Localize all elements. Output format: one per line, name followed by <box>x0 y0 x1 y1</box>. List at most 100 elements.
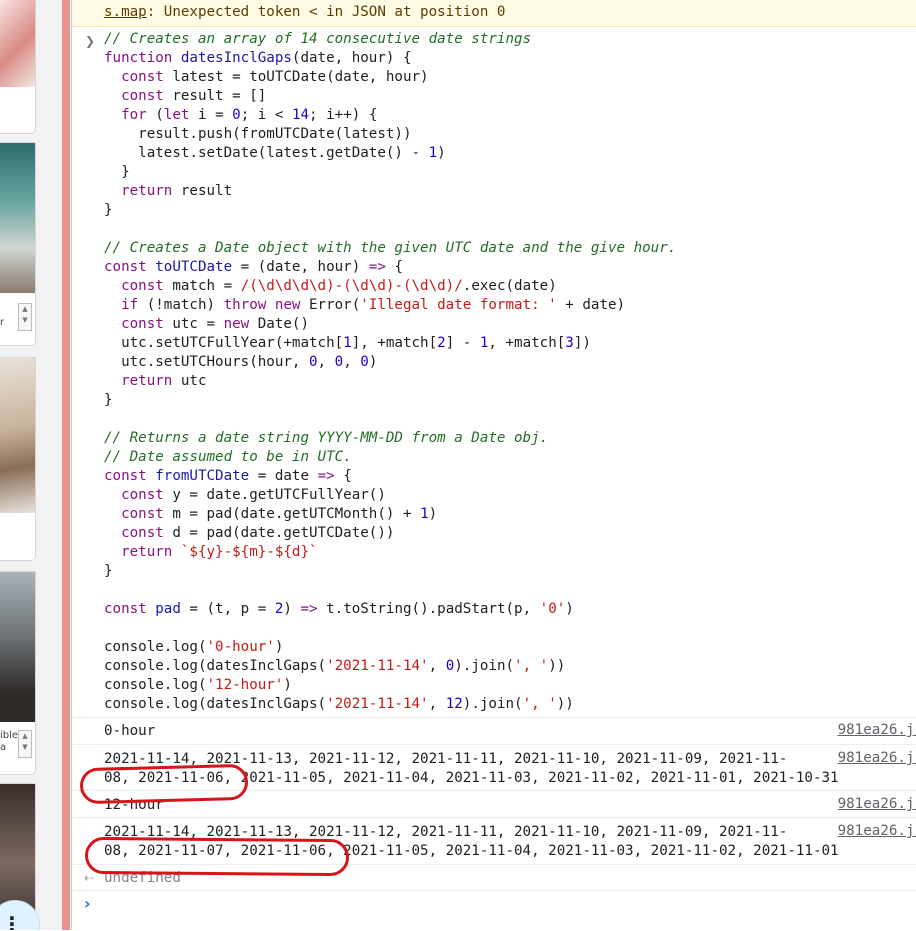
thumbnail-label: r <box>0 317 5 328</box>
code-token: const <box>121 487 173 503</box>
code-token: ; i++) { <box>309 107 378 123</box>
code-line: result.push(fromUTCDate(latest)) <box>104 125 676 144</box>
code-token: utc <box>180 373 207 389</box>
code-token: // Date assumed to be in UTC. <box>104 449 352 465</box>
thumbnail-image <box>0 0 35 87</box>
code-line: const toUTCDate = (date, hour) => { <box>104 258 676 277</box>
code-line: const fromUTCDate = date => { <box>104 467 676 486</box>
code-token: return <box>121 183 181 199</box>
code-token: const <box>104 259 156 275</box>
code-token: const <box>121 506 173 522</box>
thumbnail-card[interactable] <box>0 357 36 561</box>
code-line: for (let i = 0; i < 14; i++) { <box>104 106 676 125</box>
thumbnail-card[interactable]: ible a ▲ ▼ <box>0 571 36 775</box>
code-token: throw new <box>223 297 310 313</box>
more-dots-icon: ⋮ <box>2 912 22 930</box>
code-line: } <box>104 562 676 581</box>
warning-source-link[interactable]: s.map <box>104 4 147 20</box>
code-token: Date() <box>257 316 310 332</box>
code-token: console.log( <box>104 677 207 693</box>
thumbnail-label: a <box>0 742 7 753</box>
code-token: ) <box>368 354 378 370</box>
code-token: const <box>104 601 156 617</box>
prompt-chevron-icon: › <box>84 894 91 913</box>
code-token: ).join( <box>462 696 523 712</box>
code-token: => <box>317 468 344 484</box>
thumbnail-card[interactable]: r ▲ ▼ <box>0 142 36 346</box>
warning-message: : Unexpected token < in JSON at position… <box>146 4 506 20</box>
code-line: const y = date.getUTCFullYear() <box>104 486 676 505</box>
console-input-code: // Creates an array of 14 consecutive da… <box>104 30 676 714</box>
thumbnail-image <box>0 572 35 722</box>
code-line: // Date assumed to be in UTC. <box>104 448 676 467</box>
code-token: ) <box>565 601 574 617</box>
code-line: // Creates an array of 14 consecutive da… <box>104 30 676 49</box>
code-line: const pad = (t, p = 2) => t.toString().p… <box>104 600 676 619</box>
code-token: result = [] <box>172 88 267 104</box>
code-line: const result = [] <box>104 87 676 106</box>
code-token: 14 <box>291 107 310 123</box>
code-token: console.log(datesInclGaps( <box>104 658 327 674</box>
code-token: = (date, hour) <box>232 259 369 275</box>
code-token: return <box>121 544 181 560</box>
code-token: ) <box>283 601 301 617</box>
code-token: ( <box>155 107 164 123</box>
stepper-control[interactable]: ▲ ▼ <box>18 303 32 331</box>
code-line: const latest = toUTCDate(date, hour) <box>104 68 676 87</box>
code-token: 0 <box>309 354 318 370</box>
code-token: const <box>121 69 173 85</box>
code-token: , +match[ <box>488 335 566 351</box>
chevron-right-icon[interactable]: ❯ <box>85 34 95 48</box>
log-source-link[interactable]: 981ea26.js <box>838 722 916 738</box>
code-token: latest = toUTCDate(date, hour) <box>172 69 429 85</box>
stepper-control[interactable]: ▲ ▼ <box>18 730 32 758</box>
code-token: datesInclGaps <box>180 50 292 66</box>
strip-border <box>62 0 70 930</box>
code-token: ', ' <box>522 696 557 712</box>
code-token: date, hour <box>300 50 386 66</box>
code-token: console.log(datesInclGaps( <box>104 696 327 712</box>
code-token: ] - <box>445 335 480 351</box>
thumbnail-image <box>0 358 35 513</box>
code-line: console.log('12-hour') <box>104 676 676 695</box>
code-token: 1 <box>420 506 429 522</box>
console-log-row: 0-hour 981ea26.js <box>72 717 916 744</box>
thumbnail-card[interactable] <box>0 0 36 134</box>
code-token: 'Illegal date format: ' <box>360 297 557 313</box>
code-token: 0 <box>445 658 455 674</box>
code-token: 3 <box>565 335 574 351</box>
code-token: // Returns a date string YYYY-MM-DD from… <box>104 430 549 446</box>
log-source-link[interactable]: 981ea26.js <box>838 823 916 839</box>
log-source-link[interactable]: 981ea26.js <box>838 796 916 812</box>
code-token: t.toString().padStart(p, <box>326 601 540 617</box>
code-token: function <box>104 50 181 66</box>
code-token: ', ' <box>514 658 549 674</box>
code-token: '2021-11-14' <box>326 658 429 674</box>
code-token: } <box>104 164 130 180</box>
log-source-link[interactable]: 981ea26.js <box>838 750 916 766</box>
code-token: '0-hour' <box>206 639 275 655</box>
code-token: ; i < <box>240 107 292 123</box>
code-token: ], +match[ <box>351 335 438 351</box>
code-token: ) <box>283 677 292 693</box>
code-token: ) { <box>385 50 412 66</box>
code-token: '2021-11-14' <box>326 696 429 712</box>
code-token: , <box>428 696 446 712</box>
code-token: .exec(date) <box>462 278 557 294</box>
code-token: toUTCDate <box>155 259 233 275</box>
console-prompt-row[interactable]: › <box>72 890 916 931</box>
code-token: => <box>368 259 395 275</box>
code-token: // Creates a Date object with the given … <box>104 240 677 256</box>
code-token: (!match) <box>146 297 224 313</box>
background-page-strip: r ▲ ▼ ible a ▲ ▼ ⋮ <box>0 0 70 930</box>
code-token: return <box>121 373 181 389</box>
